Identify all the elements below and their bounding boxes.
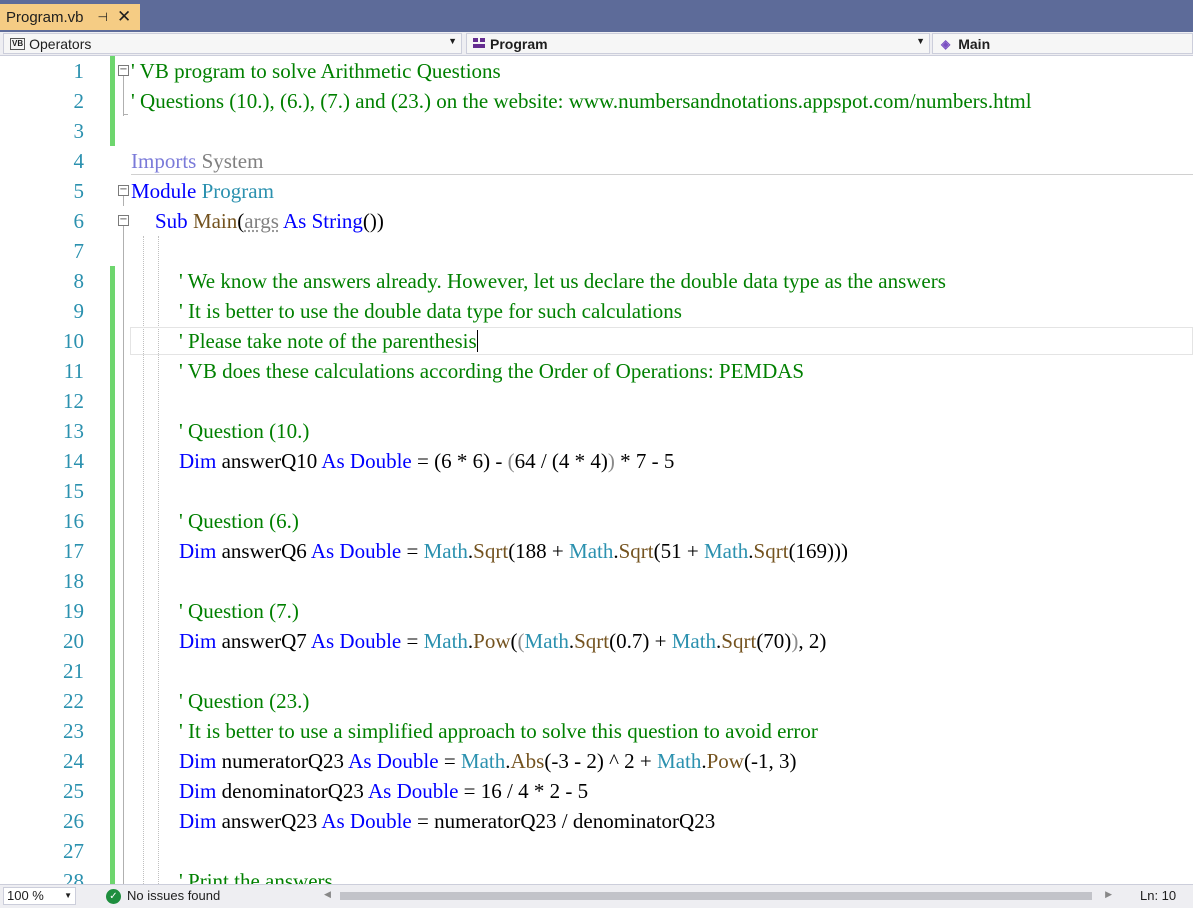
member-dropdown-value: Main (958, 35, 991, 52)
line-number: 26 (63, 809, 84, 833)
code-line-20: Dim answerQ7 As Double = Math.Pow((Math.… (179, 629, 827, 653)
code-line-26: Dim answerQ23 As Double = numeratorQ23 /… (179, 809, 716, 833)
issues-text: No issues found (127, 888, 221, 903)
line-number: 18 (63, 569, 84, 593)
line-number: 5 (73, 179, 85, 203)
scrollbar-thumb[interactable] (340, 892, 1092, 900)
code-line-5: Module Program (131, 179, 274, 203)
collapse-icon[interactable]: − (118, 65, 129, 76)
line-number: 4 (73, 149, 85, 173)
member-dropdown[interactable]: ◈ Main (932, 33, 1193, 54)
method-icon: ◈ (941, 36, 951, 51)
tab-title: Program.vb (6, 8, 84, 26)
line-number: 14 (63, 449, 84, 473)
close-icon[interactable]: ✕ (117, 7, 131, 27)
line-number: 3 (73, 119, 85, 143)
outline-line (123, 114, 128, 115)
code-line-25: Dim denominatorQ23 As Double = 16 / 4 * … (179, 779, 589, 803)
code-line-1: ' VB program to solve Arithmetic Questio… (131, 59, 501, 83)
line-position: Ln: 10 (1140, 888, 1177, 903)
line-number: 17 (63, 539, 84, 563)
line-number: 7 (73, 239, 85, 263)
text-caret (476, 330, 478, 352)
line-number: 16 (63, 509, 84, 533)
change-marker (110, 56, 115, 146)
line-number: 12 (63, 389, 84, 413)
code-line-19: ' Question (7.) (179, 599, 299, 623)
collapse-icon[interactable]: − (118, 185, 129, 196)
line-number: 6 (73, 209, 85, 233)
code-line-28: ' Print the answers (179, 869, 333, 884)
chevron-down-icon: ▼ (64, 891, 72, 900)
code-line-24: Dim numeratorQ23 As Double = Math.Abs(-3… (179, 749, 797, 773)
tab-program-vb[interactable]: Program.vb ⊣ ✕ (0, 4, 140, 30)
code-line-9: ' It is better to use the double data ty… (179, 299, 682, 323)
code-line-23: ' It is better to use a simplified appro… (179, 719, 818, 743)
editor-status-bar: 100 % ▼ ✓ No issues found ◀ ▶ Ln: 10 (0, 884, 1193, 908)
line-number: 22 (63, 689, 84, 713)
type-dropdown[interactable]: Program ▼ (466, 33, 930, 54)
document-tab-strip: Program.vb ⊣ ✕ (0, 0, 1193, 32)
scroll-left-icon[interactable]: ◀ (324, 889, 331, 900)
line-number: 23 (63, 719, 84, 743)
scroll-right-icon[interactable]: ▶ (1105, 889, 1112, 900)
change-marker (110, 266, 115, 884)
vb-project-icon: VB (10, 37, 26, 50)
code-editor[interactable]: 1 2 3 4 5 6 7 8 9 10 11 12 13 14 15 16 1… (0, 56, 1193, 884)
chevron-down-icon: ▼ (916, 36, 925, 46)
line-number: 25 (63, 779, 84, 803)
line-number: 15 (63, 479, 84, 503)
line-number: 27 (63, 839, 84, 863)
zoom-value: 100 % (7, 888, 44, 903)
code-line-22: ' Question (23.) (179, 689, 310, 713)
project-dropdown[interactable]: VB Operators ▼ (3, 33, 462, 54)
line-number: 2 (73, 89, 85, 113)
outline-line (123, 226, 124, 884)
code-line-11: ' VB does these calculations according t… (179, 359, 805, 383)
line-number: 9 (73, 299, 85, 323)
code-line-13: ' Question (10.) (179, 419, 310, 443)
code-line-17: Dim answerQ6 As Double = Math.Sqrt(188 +… (179, 539, 849, 563)
pin-icon[interactable]: ⊣ (98, 10, 108, 24)
imports-separator (131, 174, 1193, 175)
line-number: 24 (63, 749, 84, 773)
navigation-bar: VB Operators ▼ Program ▼ ◈ Main (0, 32, 1193, 56)
collapse-icon[interactable]: − (118, 215, 129, 226)
line-number: 1 (73, 59, 85, 83)
check-circle-icon: ✓ (106, 888, 121, 904)
code-line-16: ' Question (6.) (179, 509, 299, 533)
line-number: 10 (63, 329, 84, 353)
project-dropdown-value: Operators (29, 35, 92, 52)
outline-line (123, 196, 124, 206)
class-icon (472, 37, 486, 51)
line-number: 13 (63, 419, 84, 443)
code-line-8: ' We know the answers already. However, … (179, 269, 946, 293)
horizontal-scrollbar[interactable]: ◀ ▶ (322, 889, 1112, 903)
code-line-2: ' Questions (10.), (6.), (7.) and (23.) … (131, 89, 1032, 113)
code-line-10: ' Please take note of the parenthesis (179, 329, 478, 353)
line-number: 11 (63, 359, 84, 383)
issues-indicator[interactable]: ✓ No issues found (106, 887, 220, 905)
zoom-dropdown[interactable]: 100 % ▼ (3, 887, 76, 905)
type-dropdown-value: Program (490, 35, 548, 52)
outline-line (123, 76, 124, 116)
code-line-4: Imports System (131, 149, 264, 173)
line-number: 28 (63, 869, 84, 884)
line-number: 21 (63, 659, 84, 683)
line-number: 19 (63, 599, 84, 623)
code-line-14: Dim answerQ10 As Double = (6 * 6) - (64 … (179, 449, 675, 473)
line-number: 8 (73, 269, 85, 293)
chevron-down-icon: ▼ (448, 36, 457, 46)
line-number: 20 (63, 629, 84, 653)
code-line-6: Sub Main(args As String()) (155, 209, 384, 233)
